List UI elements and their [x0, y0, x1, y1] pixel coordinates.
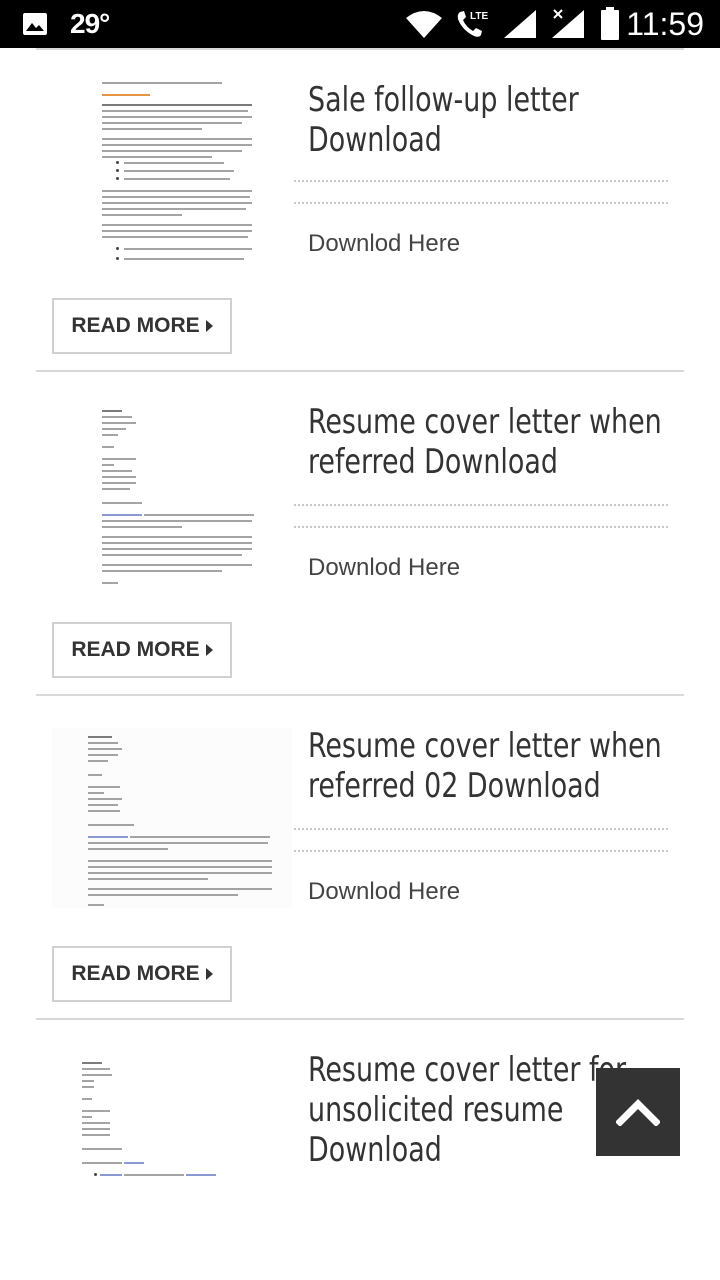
- read-more-button[interactable]: READ MORE: [52, 946, 232, 1002]
- post-thumbnail[interactable]: [52, 728, 292, 908]
- divider: [36, 694, 684, 696]
- lte-label: LTE: [470, 11, 488, 22]
- chevron-up-icon: [616, 1099, 660, 1126]
- caret-right-icon: [205, 968, 213, 980]
- divider: [36, 370, 684, 372]
- divider: [294, 526, 668, 528]
- divider: [294, 850, 668, 852]
- download-link[interactable]: Downlod Here: [308, 554, 460, 582]
- caret-right-icon: [205, 320, 213, 332]
- signal-icon: [504, 10, 536, 38]
- clock: 11:59: [626, 6, 704, 42]
- post-title[interactable]: Resume cover letter when referred 02 Dow…: [308, 726, 668, 806]
- post-card: Resume cover letter for unsolicited resu…: [36, 1040, 684, 1280]
- post-thumbnail[interactable]: [52, 406, 292, 586]
- download-link[interactable]: Downlod Here: [308, 878, 460, 906]
- divider: [36, 1018, 684, 1020]
- post-card: Sale follow-up letter Download Downlod H…: [36, 68, 684, 372]
- divider: [294, 828, 668, 830]
- back-to-top-button[interactable]: [596, 1068, 680, 1156]
- download-link[interactable]: Downlod Here: [308, 230, 460, 258]
- read-more-label: READ MORE: [71, 314, 200, 337]
- divider: [36, 48, 684, 50]
- post-thumbnail[interactable]: [52, 80, 292, 262]
- post-thumbnail[interactable]: [52, 1058, 292, 1188]
- post-card: Resume cover letter when referred 02 Dow…: [36, 716, 684, 1020]
- battery-icon: [601, 7, 619, 40]
- phone-lte-icon: LTE: [457, 11, 488, 37]
- divider: [294, 504, 668, 506]
- caret-right-icon: [205, 644, 213, 656]
- status-bar: 29° LTE 11:59: [0, 0, 720, 48]
- post-title[interactable]: Sale follow-up letter Download: [308, 80, 668, 160]
- post-title[interactable]: Resume cover letter when referred Downlo…: [308, 402, 668, 482]
- signal-x-icon: [552, 9, 584, 38]
- divider: [294, 180, 668, 182]
- post-card: Resume cover letter when referred Downlo…: [36, 392, 684, 696]
- read-more-button[interactable]: READ MORE: [52, 298, 232, 354]
- read-more-label: READ MORE: [71, 638, 200, 661]
- read-more-label: READ MORE: [71, 962, 200, 985]
- read-more-button[interactable]: READ MORE: [52, 622, 232, 678]
- gallery-icon: [23, 13, 47, 35]
- wifi-icon: [406, 11, 442, 38]
- divider: [294, 202, 668, 204]
- temperature-text: 29°: [70, 8, 110, 39]
